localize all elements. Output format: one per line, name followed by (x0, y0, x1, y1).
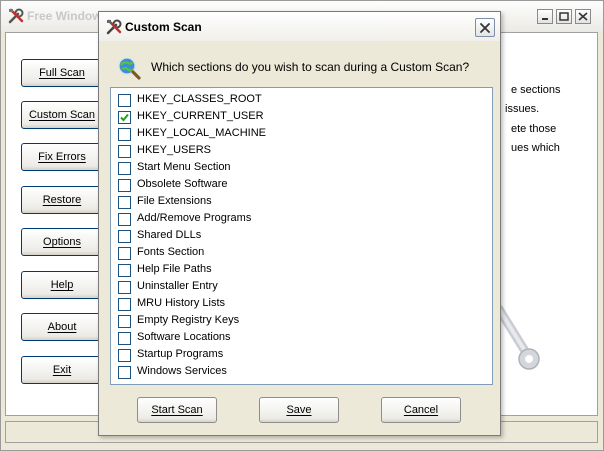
start-scan-button[interactable]: Start Scan (137, 397, 217, 423)
full-scan-button[interactable]: Full Scan (21, 59, 103, 87)
section-label: Help File Paths (137, 263, 212, 275)
section-label: Fonts Section (137, 246, 205, 258)
section-checkbox-row[interactable]: Software Locations (118, 330, 478, 347)
custom-scan-dialog: Custom Scan Which sections do you wish t… (98, 11, 501, 436)
maximize-button[interactable] (556, 9, 572, 24)
section-checkbox-row[interactable]: HKEY_CLASSES_ROOT (118, 92, 478, 109)
fix-errors-button[interactable]: Fix Errors (21, 143, 103, 171)
checkbox[interactable] (118, 94, 131, 107)
checkbox[interactable] (118, 332, 131, 345)
section-checkbox-row[interactable]: HKEY_CURRENT_USER (118, 109, 478, 126)
custom-scan-button[interactable]: Custom Scan (21, 101, 103, 129)
section-checkbox-row[interactable]: HKEY_USERS (118, 143, 478, 160)
section-label: Software Locations (137, 331, 231, 343)
section-label: Empty Registry Keys (137, 314, 240, 326)
checkbox[interactable] (118, 128, 131, 141)
minimize-button[interactable] (537, 9, 553, 24)
checkbox[interactable] (118, 179, 131, 192)
question-text: Which sections do you wish to scan durin… (151, 60, 470, 74)
checkbox[interactable] (118, 315, 131, 328)
checkbox[interactable] (118, 298, 131, 311)
section-label: File Extensions (137, 195, 212, 207)
wrench-icon (494, 301, 547, 384)
section-label: Startup Programs (137, 348, 224, 360)
description-line: issues. (505, 103, 540, 115)
section-label: Add/Remove Programs (137, 212, 252, 224)
sections-list: HKEY_CLASSES_ROOT HKEY_CURRENT_USER HKEY_L… (110, 87, 493, 385)
tools-icon (105, 18, 123, 36)
checkbox[interactable] (118, 366, 131, 379)
about-button[interactable]: About (21, 313, 103, 341)
section-checkbox-row[interactable]: Startup Programs (118, 347, 478, 364)
checkbox[interactable] (118, 111, 131, 124)
section-checkbox-row[interactable]: Shared DLLs (118, 228, 478, 245)
tools-icon (7, 7, 25, 25)
checkbox[interactable] (118, 264, 131, 277)
options-button[interactable]: Options (21, 228, 103, 256)
section-label: HKEY_USERS (137, 144, 211, 156)
description-line: ete those (511, 123, 557, 135)
main-close-button[interactable] (575, 9, 591, 24)
section-checkbox-row[interactable]: HKEY_LOCAL_MACHINE (118, 126, 478, 143)
section-checkbox-row[interactable]: Windows Services (118, 364, 478, 381)
checkbox[interactable] (118, 162, 131, 175)
section-checkbox-row[interactable]: Obsolete Software (118, 177, 478, 194)
checkbox[interactable] (118, 230, 131, 243)
cancel-button[interactable]: Cancel (381, 397, 461, 423)
section-checkbox-row[interactable]: MRU History Lists (118, 296, 478, 313)
checkbox[interactable] (118, 349, 131, 362)
restore-button[interactable]: Restore (21, 186, 103, 214)
section-label: Windows Services (137, 365, 227, 377)
exit-button[interactable]: Exit (21, 356, 103, 384)
section-label: HKEY_CLASSES_ROOT (137, 93, 262, 105)
checkbox[interactable] (118, 145, 131, 158)
main-window-title: Free Window (27, 9, 102, 23)
description-line: e sections (511, 84, 561, 96)
dialog-title: Custom Scan (125, 20, 202, 34)
close-button[interactable] (475, 18, 495, 37)
section-checkbox-row[interactable]: Start Menu Section (118, 160, 478, 177)
section-checkbox-row[interactable]: Fonts Section (118, 245, 478, 262)
help-button[interactable]: Help (21, 271, 103, 299)
section-label: Shared DLLs (137, 229, 202, 241)
section-label: HKEY_LOCAL_MACHINE (137, 127, 266, 139)
magnifier-globe-icon (117, 56, 141, 83)
checkbox[interactable] (118, 281, 131, 294)
section-checkbox-row[interactable]: Empty Registry Keys (118, 313, 478, 330)
section-label: HKEY_CURRENT_USER (137, 110, 264, 122)
section-checkbox-row[interactable]: Uninstaller Entry (118, 279, 478, 296)
section-checkbox-row[interactable]: File Extensions (118, 194, 478, 211)
section-checkbox-row[interactable]: Add/Remove Programs (118, 211, 478, 228)
save-button[interactable]: Save (259, 397, 339, 423)
section-checkbox-row[interactable]: Help File Paths (118, 262, 478, 279)
description-line: ues which (511, 142, 560, 154)
section-label: Obsolete Software (137, 178, 228, 190)
section-label: Start Menu Section (137, 161, 231, 173)
checkmark-icon (120, 113, 129, 122)
section-label: Uninstaller Entry (137, 280, 218, 292)
checkbox[interactable] (118, 213, 131, 226)
checkbox[interactable] (118, 196, 131, 209)
checkbox[interactable] (118, 247, 131, 260)
dialog-titlebar[interactable]: Custom Scan (99, 12, 500, 41)
section-label: MRU History Lists (137, 297, 226, 309)
close-icon (480, 23, 490, 33)
